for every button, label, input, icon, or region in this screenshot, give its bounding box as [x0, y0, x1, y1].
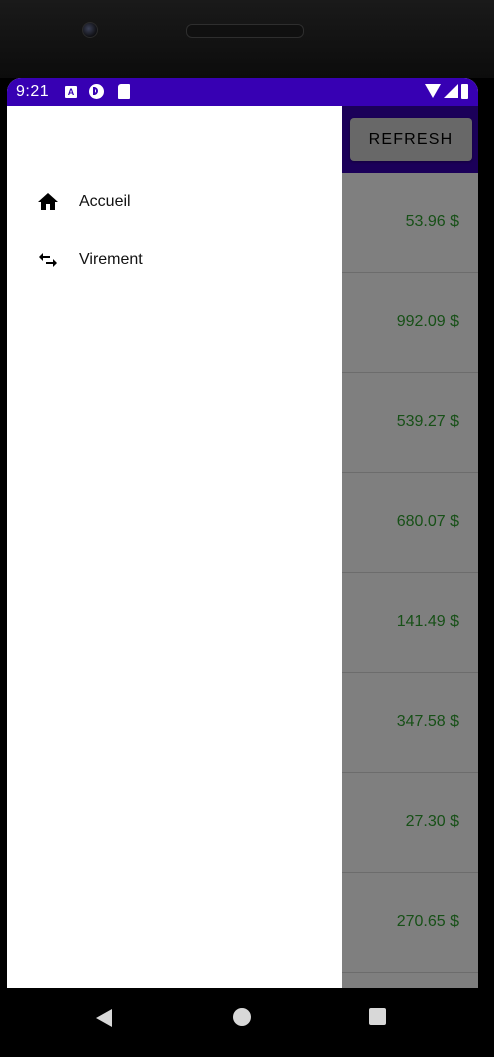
- transfer-icon: [36, 248, 60, 272]
- front-camera: [82, 22, 98, 38]
- notification-p-icon: [89, 84, 104, 99]
- system-navigation-bar: [0, 988, 494, 1057]
- drawer-item-label: Virement: [79, 251, 143, 268]
- drawer-item-label: Accueil: [79, 193, 131, 210]
- drawer-item-virement[interactable]: Virement: [7, 236, 342, 284]
- recents-icon[interactable]: [369, 1008, 386, 1025]
- wifi-icon: [425, 84, 441, 98]
- home-icon: [36, 190, 60, 214]
- drawer-item-accueil[interactable]: Accueil: [7, 178, 342, 226]
- notification-a-icon: A: [65, 86, 77, 98]
- signal-icon: [444, 84, 458, 98]
- navigation-drawer: Accueil Virement: [7, 106, 342, 988]
- sd-card-icon: [118, 84, 130, 99]
- device-bezel: [0, 0, 494, 78]
- home-circle-icon[interactable]: [233, 1008, 251, 1026]
- back-icon[interactable]: [96, 1009, 112, 1027]
- status-bar: 9:21 A: [7, 78, 478, 106]
- device-screen: 9:21 A REFRESH 53.96 $ 992.09 $ 539.27 $…: [7, 78, 478, 988]
- battery-icon: [461, 84, 468, 99]
- earpiece-speaker: [186, 24, 304, 38]
- status-time: 9:21: [16, 83, 50, 100]
